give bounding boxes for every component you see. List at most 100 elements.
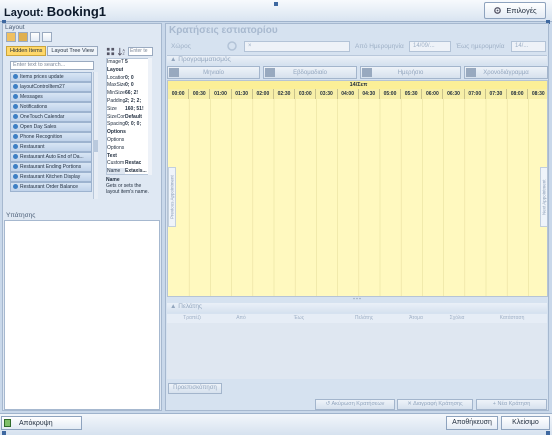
hidden-item[interactable]: Items prices update xyxy=(10,72,92,82)
column-header[interactable]: Έως xyxy=(265,314,333,323)
property-value: 0; 0; 0; xyxy=(125,121,142,128)
table-select[interactable]: × xyxy=(244,41,350,52)
tab-hidden-items[interactable]: Hidden Items xyxy=(6,46,47,56)
hidden-item[interactable]: Restaurant Ending Portions xyxy=(10,162,92,172)
hidden-item[interactable]: Restaurant Auto End of Da... xyxy=(10,152,92,162)
column-header[interactable]: Κατάσταση xyxy=(477,314,547,323)
previous-appointment-button[interactable]: Previous Appointment xyxy=(168,167,176,227)
delete-booking-button[interactable]: ✕ Διαγραφή Κράτησης xyxy=(397,399,473,410)
list-scrollbar[interactable] xyxy=(93,72,98,199)
list-scroll-thumb[interactable] xyxy=(93,140,98,152)
column-header[interactable]: Πελάτης xyxy=(333,314,395,323)
column-header[interactable]: Τραπέζι xyxy=(167,314,217,323)
time-slot-header: 03:00 xyxy=(295,89,317,99)
next-appointment-button[interactable]: Next Appointment xyxy=(540,167,547,227)
resize-handle[interactable] xyxy=(546,431,550,435)
item-icon xyxy=(13,84,18,90)
tab-layout-tree-view[interactable]: Layout Tree View xyxy=(47,46,98,56)
properties-search-input[interactable]: Enter te xyxy=(128,47,153,56)
hidden-items-search-input[interactable]: Enter text to search... xyxy=(10,61,94,70)
preview-button[interactable]: Προεπισκόπηση xyxy=(168,383,222,394)
layout-toolbar xyxy=(6,32,52,44)
hidden-item[interactable]: Open Day Sales xyxy=(10,122,92,132)
sort-az-icon[interactable]: AZ xyxy=(118,47,127,56)
time-slot-header: 07:00 xyxy=(464,89,486,99)
time-slot-header: 05:30 xyxy=(401,89,423,99)
results-section-bar[interactable]: ▲ Πελάτης xyxy=(167,303,547,312)
hidden-item-label: Phone Recognition xyxy=(20,133,63,140)
resize-handle[interactable] xyxy=(274,2,278,6)
collapse-icon: ▲ xyxy=(170,56,179,63)
hidden-item[interactable]: Restaurant xyxy=(10,142,92,152)
from-date-field[interactable]: 14/09/... xyxy=(409,41,451,52)
resize-handle[interactable] xyxy=(2,431,6,435)
new-booking-button[interactable]: + Νέα Κράτηση xyxy=(476,399,547,410)
collapse-icon: ▲ xyxy=(170,303,179,310)
undo-icon[interactable] xyxy=(6,32,16,42)
property-row[interactable]: MinSize 66; 2! xyxy=(107,90,151,98)
property-row[interactable]: ImageT 5 xyxy=(107,59,151,67)
hidden-item-label: Restaurant Auto End of Da... xyxy=(20,153,84,160)
hidden-item[interactable]: OneTouch Calendar xyxy=(10,112,92,122)
categorized-icon[interactable] xyxy=(106,47,115,56)
view-weekly-button[interactable]: Εβδομαδιαίο xyxy=(263,66,357,79)
property-row[interactable]: Options xyxy=(107,145,151,153)
property-name: ImageT xyxy=(107,59,124,65)
scheduler-calendar[interactable]: 14/Σεπ 00:00 00:30 01:00 01:30 02:00 02:30 03:… xyxy=(167,80,548,297)
description-area[interactable] xyxy=(4,220,160,410)
property-row[interactable]: Location 0; 0 xyxy=(107,75,151,83)
table-label: Χώρος xyxy=(171,43,191,50)
column-header[interactable]: Από xyxy=(217,314,265,323)
property-row[interactable]: Options xyxy=(107,129,151,137)
property-row[interactable]: Spacing 0; 0; 0; xyxy=(107,121,151,129)
hidden-item[interactable]: Messages xyxy=(10,92,92,102)
item-icon xyxy=(13,164,18,170)
time-slot-header: 00:30 xyxy=(189,89,211,99)
hidden-item[interactable]: Notifications xyxy=(10,102,92,112)
schedule-section-bar[interactable]: ▲ Προγραμματισμός xyxy=(167,55,547,64)
properties-toolbar: AZ xyxy=(106,47,127,56)
save-layout-icon[interactable] xyxy=(42,32,52,42)
view-monthly-button[interactable]: Μηνιαίο xyxy=(167,66,260,79)
property-row[interactable]: Name Extaxis... xyxy=(107,168,151,174)
time-slot-header: 08:30 xyxy=(528,89,547,99)
hide-customization-button[interactable]: Απόκρυψη xyxy=(1,416,82,430)
time-slot-header: 02:30 xyxy=(273,89,296,99)
item-icon xyxy=(13,74,18,80)
save-button[interactable]: Αποθήκευση xyxy=(446,416,498,430)
property-name: MinSize xyxy=(107,90,125,97)
load-icon[interactable] xyxy=(30,32,40,42)
property-grid-scrollbar[interactable] xyxy=(148,58,152,175)
time-grid[interactable] xyxy=(168,99,548,297)
hidden-item[interactable]: Restaurant Order Balance xyxy=(10,182,92,192)
view-timeline-button[interactable]: Χρονοδιάγραμμα xyxy=(464,66,548,79)
property-row[interactable]: Custom Restac xyxy=(107,160,151,168)
property-row[interactable]: Options xyxy=(107,137,151,145)
property-name: Padding xyxy=(107,97,125,104)
time-slot-header: 04:30 xyxy=(358,89,380,99)
property-row[interactable]: Padding 2; 2; 2; xyxy=(107,98,151,106)
hidden-item-label: Items prices update xyxy=(20,73,64,80)
options-button[interactable]: Επιλογές xyxy=(484,2,546,19)
to-date-field[interactable]: 14/... xyxy=(511,41,546,52)
redo-icon[interactable] xyxy=(18,32,28,42)
property-row[interactable]: Size 160; 51! xyxy=(107,106,151,114)
property-row[interactable]: Layout xyxy=(107,67,151,75)
column-header[interactable]: Άτομα xyxy=(395,314,437,323)
results-grid-body[interactable] xyxy=(167,323,547,379)
cancel-bookings-button[interactable]: ↺ Ακύρωση Κρατήσεων xyxy=(315,399,395,410)
hidden-item[interactable]: Restaurant Kitchen Display xyxy=(10,172,92,182)
property-row[interactable]: Text xyxy=(107,153,151,161)
property-row[interactable]: MaxSize 0; 0 xyxy=(107,82,151,90)
refresh-icon[interactable] xyxy=(226,40,238,52)
close-button[interactable]: Κλείσιμο xyxy=(501,416,550,430)
splitter-handle[interactable] xyxy=(352,297,364,300)
view-daily-button[interactable]: Ημερήσιο xyxy=(360,66,461,79)
hidden-item[interactable]: Phone Recognition xyxy=(10,132,92,142)
hidden-item[interactable]: layoutControlItem27 xyxy=(10,82,92,92)
column-header[interactable]: Σχόλια xyxy=(437,314,477,323)
delete-booking-label: Διαγραφή Κράτησης xyxy=(413,401,463,407)
property-row[interactable]: SizeCon Default xyxy=(107,114,151,122)
property-name: Layout xyxy=(107,66,124,73)
gear-icon xyxy=(493,6,502,15)
